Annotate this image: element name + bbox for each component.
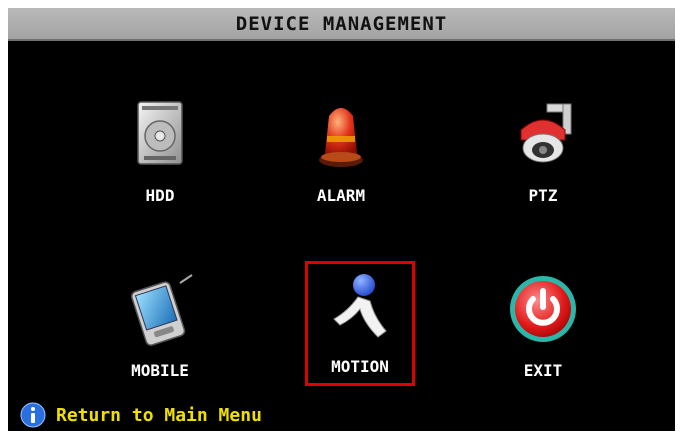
- alarm-icon: [301, 96, 381, 176]
- menu-item-label: HDD: [145, 186, 175, 205]
- menu-item-mobile[interactable]: MOBILE: [105, 265, 215, 390]
- mobile-icon: [120, 271, 200, 351]
- info-icon: [20, 402, 46, 428]
- hdd-icon: [120, 96, 200, 176]
- menu-item-label: MOTION: [331, 357, 389, 376]
- exit-icon: [503, 271, 583, 351]
- footer-hint-text: Return to Main Menu: [56, 404, 262, 426]
- title-bar: DEVICE MANAGEMENT: [8, 8, 675, 41]
- menu-item-label: PTZ: [528, 186, 558, 205]
- menu-item-ptz[interactable]: PTZ: [488, 90, 598, 215]
- menu-item-label: EXIT: [523, 361, 563, 380]
- menu-item-hdd[interactable]: HDD: [105, 90, 215, 215]
- menu-item-motion[interactable]: MOTION: [305, 261, 415, 386]
- menu-item-label: MOBILE: [131, 361, 189, 380]
- page-title: DEVICE MANAGEMENT: [235, 12, 448, 35]
- device-management-screen: DEVICE MANAGEMENT HDD ALARM PTZ MOBILE M…: [8, 8, 675, 431]
- motion-icon: [320, 267, 400, 347]
- menu-item-alarm[interactable]: ALARM: [286, 90, 396, 215]
- ptz-camera-icon: [503, 96, 583, 176]
- menu-item-exit[interactable]: EXIT: [488, 265, 598, 390]
- footer-hint: Return to Main Menu: [20, 400, 262, 430]
- menu-item-label: ALARM: [316, 186, 366, 205]
